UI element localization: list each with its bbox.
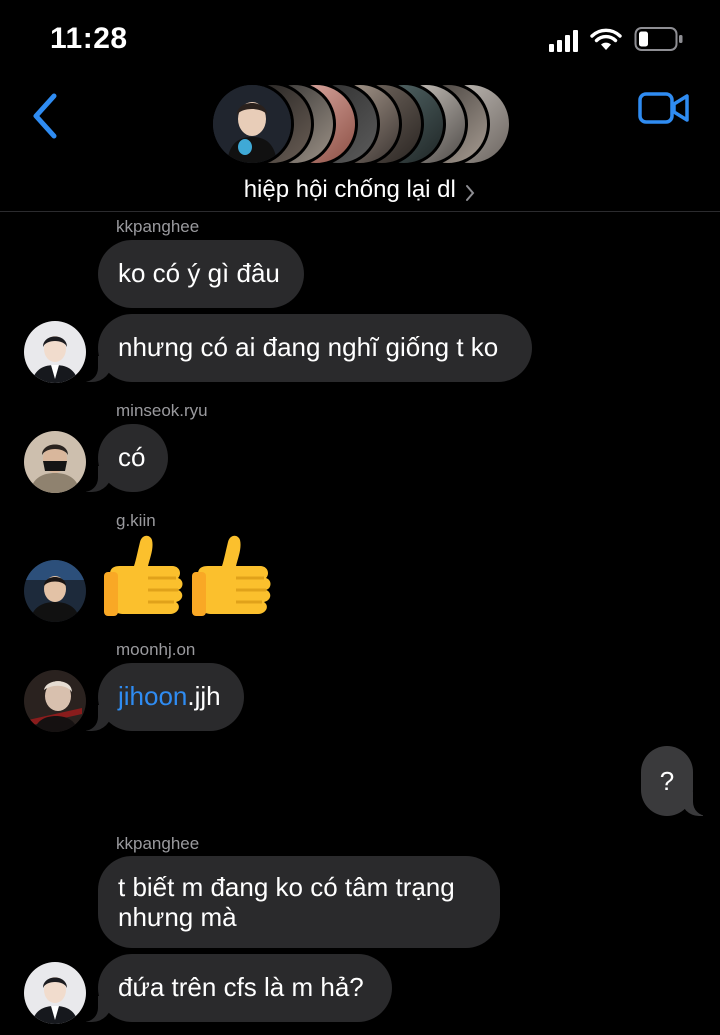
sender-name: kkpanghee bbox=[116, 834, 200, 853]
chat-screen: 11:28 hiệp hội chống lại dl kkpanghee ko… bbox=[0, 0, 720, 1035]
message-text: ? bbox=[659, 766, 675, 796]
message-bubble[interactable]: jihoon.jjh bbox=[76, 663, 244, 731]
video-call-button[interactable] bbox=[638, 90, 690, 126]
message-bubble[interactable]: có bbox=[76, 424, 168, 492]
member-avatar-main bbox=[210, 82, 294, 166]
message-text-line: t biết m đang ko có tâm trạng bbox=[118, 872, 455, 902]
mention-rest: .jjh bbox=[187, 681, 221, 711]
chat-title-link[interactable]: hiệp hội chống lại dl bbox=[0, 176, 720, 204]
avatar-minseok[interactable] bbox=[24, 431, 86, 493]
chat-title: hiệp hội chống lại dl bbox=[243, 176, 456, 203]
message-bubble[interactable]: đứa trên cfs là m hả? bbox=[76, 954, 392, 1022]
message-text: nhưng có ai đang nghĩ giống t ko bbox=[118, 332, 499, 362]
back-button[interactable] bbox=[26, 90, 66, 140]
sender-name: minseok.ryu bbox=[116, 401, 208, 420]
mention-link[interactable]: jihoon bbox=[118, 681, 187, 711]
message-text: jihoon.jjh bbox=[118, 681, 221, 711]
emoji-message[interactable] bbox=[100, 530, 274, 622]
avatar-kkpanghee[interactable] bbox=[24, 321, 86, 383]
sent-message-bubble[interactable]: ? bbox=[641, 746, 715, 816]
message-bubble[interactable]: nhưng có ai đang nghĩ giống t ko bbox=[76, 314, 532, 382]
status-icons bbox=[549, 26, 684, 52]
message-text: có bbox=[118, 442, 146, 472]
status-bar: 11:28 bbox=[0, 0, 720, 80]
chat-header: hiệp hội chống lại dl bbox=[0, 80, 720, 212]
sender-name: kkpanghee bbox=[116, 217, 200, 236]
video-camera-icon bbox=[638, 92, 689, 124]
thumbs-up-icon bbox=[192, 535, 271, 616]
chevron-left-icon bbox=[33, 93, 57, 139]
sender-name: moonhj.on bbox=[116, 640, 196, 659]
message-text: đứa trên cfs là m hả? bbox=[118, 972, 364, 1002]
avatar-moonhj[interactable] bbox=[24, 670, 86, 732]
battery-icon bbox=[634, 26, 684, 52]
avatar-gkiin[interactable] bbox=[24, 560, 86, 622]
chevron-right-icon bbox=[466, 184, 475, 201]
avatar-kkpanghee[interactable] bbox=[24, 962, 86, 1024]
thumbs-up-icon bbox=[104, 535, 183, 616]
message-text: ko có ý gì đâu bbox=[118, 258, 280, 288]
signal-icon bbox=[549, 30, 578, 52]
status-time: 11:28 bbox=[50, 22, 128, 55]
message-bubble[interactable]: t biết m đang ko có tâm trạng nhưng mà bbox=[98, 856, 500, 948]
message-text-line: nhưng mà bbox=[118, 902, 237, 932]
group-avatar-stack[interactable] bbox=[210, 82, 512, 166]
message-bubble[interactable]: ko có ý gì đâu bbox=[98, 240, 304, 308]
sender-name: g.kiin bbox=[116, 511, 156, 530]
wifi-icon bbox=[590, 28, 622, 52]
